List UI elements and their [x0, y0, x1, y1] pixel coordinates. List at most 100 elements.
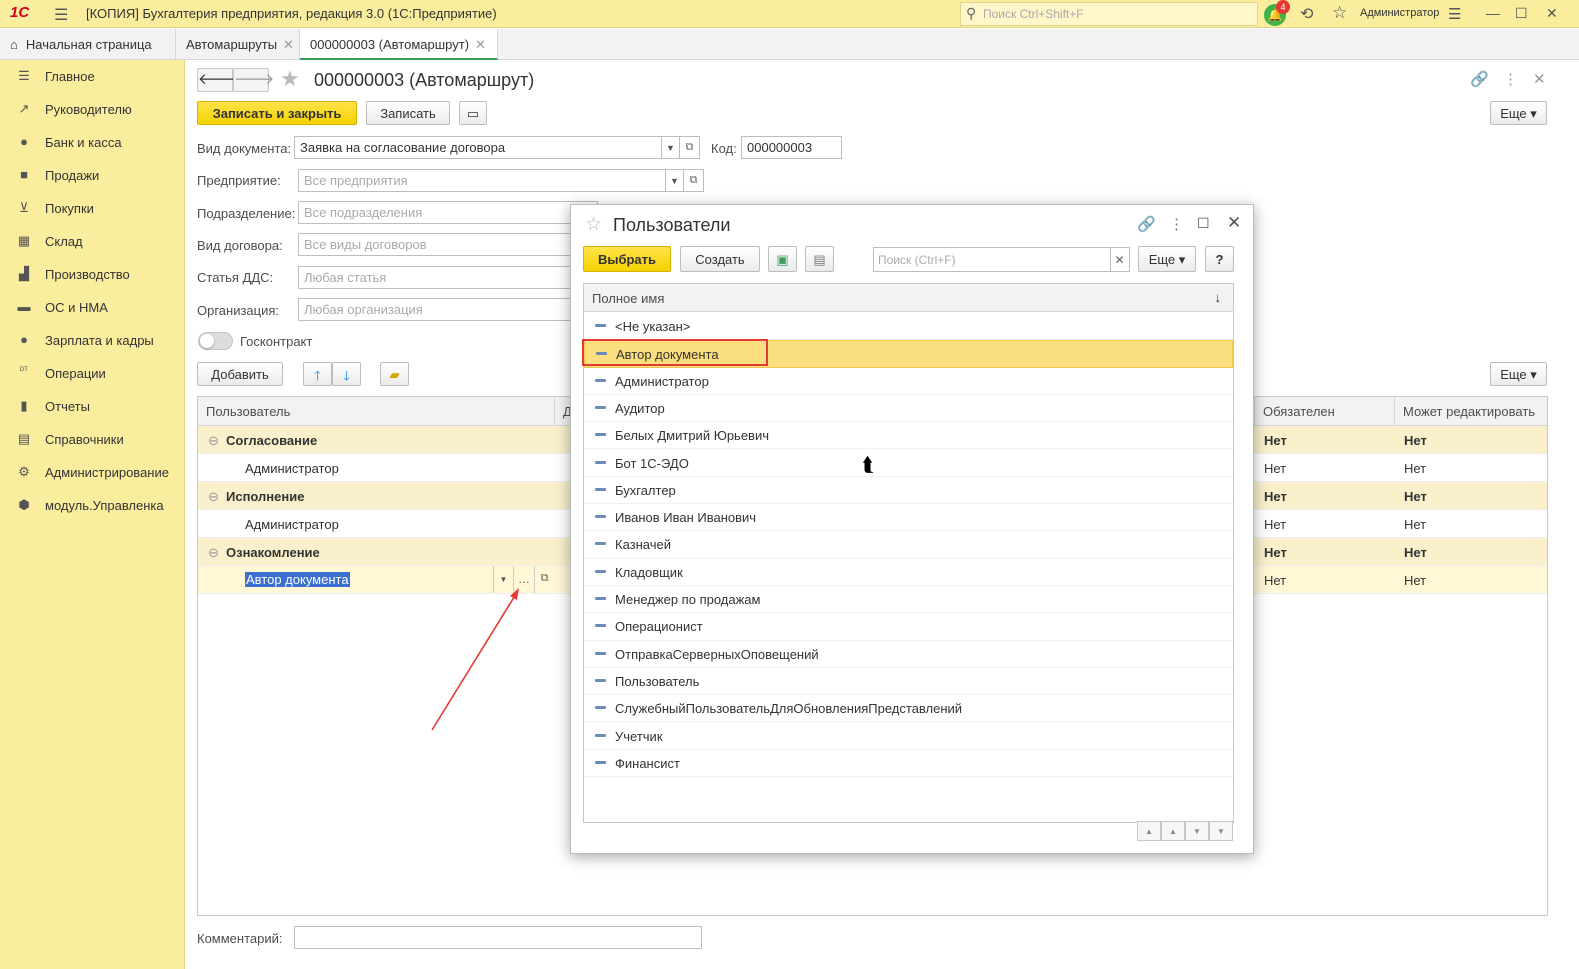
division-field[interactable]: Все подразделения	[298, 201, 598, 224]
row-user-input[interactable]: Автор документа	[245, 572, 350, 587]
list-item[interactable]: Пользователь	[584, 668, 1233, 696]
list-item[interactable]: Белых Дмитрий Юрьевич	[584, 422, 1233, 450]
close-window-icon[interactable]: ✕	[1546, 5, 1558, 22]
add-folder-icon[interactable]: ▰	[380, 362, 409, 386]
minimize-icon[interactable]: —	[1486, 5, 1500, 21]
sidebar-item-production[interactable]: ▟ Производство	[0, 258, 185, 291]
list-item[interactable]: Администратор	[584, 368, 1233, 395]
close-icon[interactable]: ✕	[1227, 213, 1241, 233]
sort-arrow-icon[interactable]: ↓	[1215, 290, 1222, 305]
dialog-search-input[interactable]: Поиск (Ctrl+F)	[873, 247, 1111, 272]
collapse-icon[interactable]: ⊖	[208, 489, 219, 505]
sidebar-item-operations[interactable]: ᴰᵀ Операции	[0, 357, 185, 390]
add-button[interactable]: Добавить	[197, 362, 283, 386]
maximize-icon[interactable]: ☐	[1515, 5, 1528, 22]
select-button[interactable]: Выбрать	[583, 246, 671, 272]
open-icon[interactable]: ⧉	[684, 169, 704, 192]
dialog-more-button[interactable]: Еще ▾	[1138, 246, 1196, 272]
sidebar-item-purchases[interactable]: ⊻ Покупки	[0, 192, 185, 225]
dropdown-icon[interactable]: ▼	[662, 136, 680, 159]
sidebar-item-main[interactable]: ☰ Главное	[0, 60, 185, 93]
list-item[interactable]: Кладовщик	[584, 559, 1233, 586]
column-header-editable[interactable]: Может редактировать	[1394, 397, 1547, 426]
create-copy-icon[interactable]: ▣	[768, 246, 797, 272]
link-icon[interactable]: 🔗	[1137, 215, 1156, 233]
save-and-close-button[interactable]: Записать и закрыть	[197, 101, 357, 125]
sidebar-item-module[interactable]: ⬢ модуль.Управленка	[0, 489, 185, 522]
list-item[interactable]: Казначей	[584, 531, 1233, 559]
sidebar-item-reports[interactable]: ▮ Отчеты	[0, 390, 185, 423]
scroll-bottom-icon[interactable]: ▼	[1209, 821, 1233, 841]
enterprise-field[interactable]: Все предприятия	[298, 169, 666, 192]
nav-forward-button[interactable]: 🡒	[233, 68, 274, 92]
maximize-icon[interactable]: ☐	[1197, 215, 1210, 232]
scroll-top-icon[interactable]: ▲	[1137, 821, 1161, 841]
tab-current-document[interactable]: 000000003 (Автомаршрут) ✕	[300, 29, 498, 60]
move-up-icon[interactable]: 🡑	[303, 362, 332, 386]
nav-back-button[interactable]: 🡐	[197, 68, 238, 92]
favorite-star-icon[interactable]: ☆	[585, 213, 602, 236]
sidebar-item-salary[interactable]: ● Зарплата и кадры	[0, 324, 185, 357]
link-icon[interactable]: 🔗	[1470, 70, 1489, 88]
list-item[interactable]: <Не указан>	[584, 313, 1233, 341]
column-header-user[interactable]: Пользователь	[198, 397, 554, 426]
code-field[interactable]: 000000003	[741, 136, 842, 159]
history-icon[interactable]: ⟲	[1300, 4, 1313, 24]
dds-field[interactable]: Любая статья	[298, 266, 598, 289]
list-item[interactable]: Бухгалтер	[584, 477, 1233, 505]
collapse-icon[interactable]: ⊖	[208, 545, 219, 561]
sidebar-item-bank[interactable]: ● Банк и касса	[0, 126, 185, 159]
move-down-icon[interactable]: 🡓	[332, 362, 361, 386]
sidebar-item-admin[interactable]: ⚙ Администрирование	[0, 456, 185, 489]
column-header-fullname[interactable]: Полное имя ↓	[584, 284, 1233, 312]
list-item[interactable]: ОтправкаСерверныхОповещений	[584, 641, 1233, 668]
comment-field[interactable]	[294, 926, 702, 949]
org-field[interactable]: Любая организация	[298, 298, 598, 321]
column-header-required[interactable]: Обязателен	[1254, 397, 1394, 426]
collapse-icon[interactable]: ⊖	[208, 433, 219, 449]
more-vertical-icon[interactable]: ⋮	[1169, 215, 1184, 233]
list-item[interactable]: Финансист	[584, 750, 1233, 778]
doc-type-field[interactable]: Заявка на согласование договора	[294, 136, 662, 159]
sidebar-item-sales[interactable]: ■ Продажи	[0, 159, 185, 192]
more-button[interactable]: Еще ▾	[1490, 101, 1547, 125]
list-item[interactable]: Аудитор	[584, 395, 1233, 423]
list-item[interactable]: Иванов Иван Иванович	[584, 504, 1233, 532]
save-button[interactable]: Записать	[366, 101, 450, 125]
list-item[interactable]: СлужебныйПользовательДляОбновленияПредст…	[584, 695, 1233, 723]
list-item[interactable]: Менеджер по продажам	[584, 586, 1233, 614]
settings-menu-icon[interactable]: ☰	[1448, 5, 1461, 23]
current-user[interactable]: Администратор	[1360, 7, 1439, 19]
scroll-down-icon[interactable]: ▼	[1185, 821, 1209, 841]
global-search-input[interactable]: ⚲ Поиск Ctrl+Shift+F	[960, 2, 1258, 26]
tab-automarshruty[interactable]: Автомаршруты ✕	[176, 29, 300, 60]
sidebar-item-assets[interactable]: ▬ ОС и НМА	[0, 291, 185, 324]
goscontract-toggle[interactable]	[198, 332, 233, 350]
list-item[interactable]: Операционист	[584, 613, 1233, 641]
more-vertical-icon[interactable]: ⋮	[1503, 70, 1518, 88]
clear-search-icon[interactable]: ✕	[1110, 247, 1130, 272]
grid-more-button[interactable]: Еще ▾	[1490, 362, 1547, 386]
comment-icon[interactable]: ▤	[805, 246, 834, 272]
dropdown-icon[interactable]: ▼	[666, 169, 684, 192]
main-menu-icon[interactable]: ☰	[54, 5, 68, 25]
row-user: Согласование	[226, 433, 318, 448]
close-tab-icon[interactable]: ✕	[475, 37, 486, 52]
open-icon[interactable]: ⧉	[680, 136, 700, 159]
sidebar-item-director[interactable]: ↗ Руководителю	[0, 93, 185, 126]
list-item[interactable]: Бот 1С-ЭДО	[584, 450, 1233, 477]
favorites-star-icon[interactable]: ☆	[1332, 3, 1347, 23]
close-tab-icon[interactable]: ✕	[283, 37, 294, 52]
print-icon[interactable]: ▭	[459, 101, 487, 125]
favorite-star-icon[interactable]: ★	[280, 66, 300, 92]
help-button[interactable]: ?	[1205, 246, 1234, 272]
scroll-up-icon[interactable]: ▲	[1161, 821, 1185, 841]
tab-home[interactable]: ⌂ Начальная страница	[0, 29, 176, 60]
contract-type-field[interactable]: Все виды договоров	[298, 233, 598, 256]
sidebar-item-warehouse[interactable]: ▦ Склад	[0, 225, 185, 258]
sidebar-item-catalogs[interactable]: ▤ Справочники	[0, 423, 185, 456]
close-form-icon[interactable]: ✕	[1533, 70, 1546, 88]
open-icon[interactable]: ⧉	[534, 566, 554, 593]
list-item[interactable]: Учетчик	[584, 723, 1233, 750]
create-button[interactable]: Создать	[680, 246, 760, 272]
